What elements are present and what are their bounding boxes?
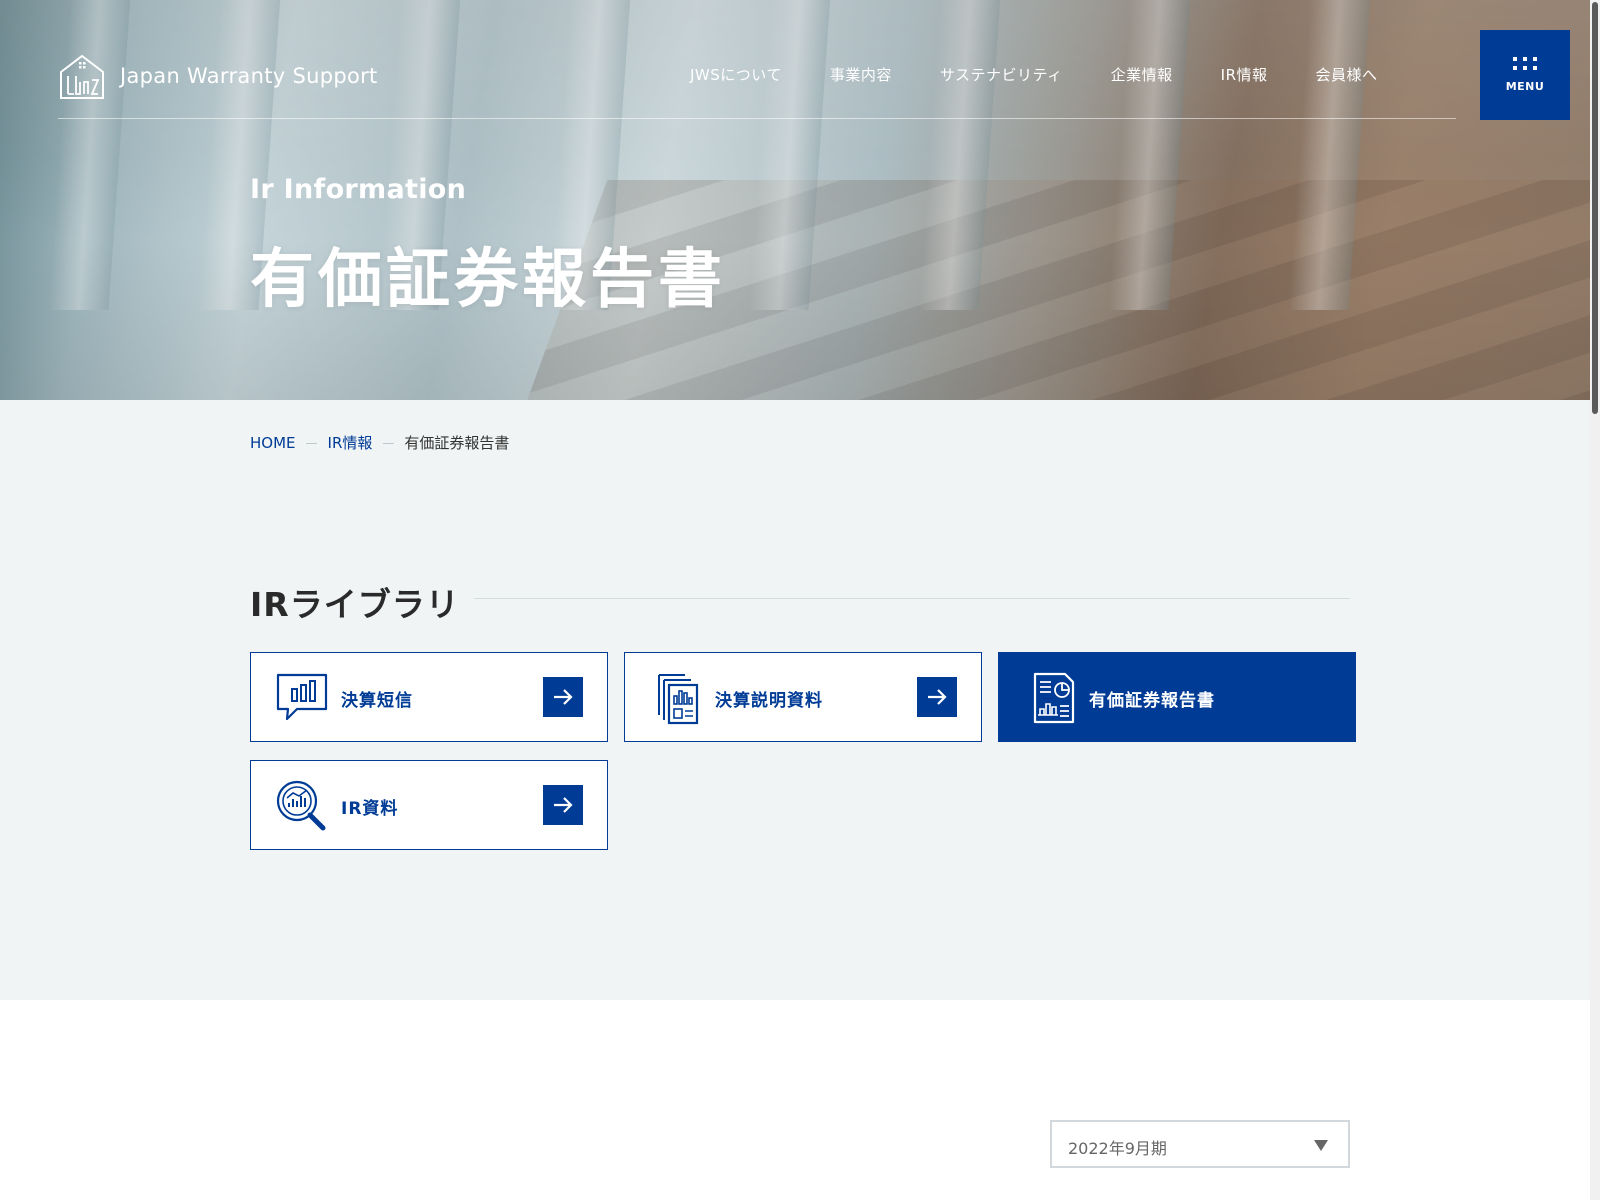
library-card-presentation[interactable]: 決算説明資料: [624, 652, 982, 742]
nav-item-ir[interactable]: IR情報: [1221, 64, 1268, 85]
nav-item-members[interactable]: 会員様へ: [1316, 64, 1378, 85]
hero-subtitle: Ir Information: [250, 174, 467, 205]
arrow-right-icon: [543, 677, 583, 717]
library-card-securities-report[interactable]: 有価証券報告書: [998, 652, 1356, 742]
nav-item-company[interactable]: 企業情報: [1111, 64, 1173, 85]
menu-label: MENU: [1505, 80, 1545, 93]
nav-item-sustainability[interactable]: サステナビリティ: [940, 64, 1063, 85]
library-heading: IRライブラリ: [250, 585, 460, 624]
chart-speech-bubble-icon: [276, 673, 328, 721]
heading-divider: [474, 598, 1350, 599]
magnifier-chart-icon: [276, 780, 326, 831]
documents-icon: [658, 674, 699, 725]
caret-down-icon: [1314, 1140, 1328, 1151]
breadcrumb-separator: —: [382, 435, 395, 450]
library-card-tanshin[interactable]: 決算短信: [250, 652, 608, 742]
fiscal-period-select[interactable]: 2022年9月期: [1050, 1120, 1350, 1168]
page-title: 有価証券報告書: [250, 243, 726, 317]
report-list-section: 2022年9月期: [0, 1000, 1590, 1200]
arrow-right-icon: [543, 785, 583, 825]
nav-item-about[interactable]: JWSについて: [690, 64, 782, 85]
breadcrumb: HOME — IR情報 — 有価証券報告書: [250, 432, 509, 453]
ir-library-section: HOME — IR情報 — 有価証券報告書 IRライブラリ 決算短信 決算説明資…: [0, 400, 1590, 1000]
logo-text: Japan Warranty Support: [120, 64, 378, 88]
card-label: 有価証券報告書: [1089, 691, 1215, 711]
arrow-right-icon: [917, 677, 957, 717]
breadcrumb-current: 有価証券報告書: [404, 434, 510, 452]
menu-button[interactable]: MENU: [1480, 30, 1570, 120]
report-document-icon: [1033, 672, 1075, 724]
grid-dots-icon: [1513, 57, 1537, 70]
header-divider: [58, 118, 1456, 119]
library-card-ir-materials[interactable]: IR資料: [250, 760, 608, 850]
breadcrumb-separator: —: [305, 435, 318, 450]
house-logo-icon: [60, 54, 104, 99]
nav-item-business[interactable]: 事業内容: [830, 64, 892, 85]
card-label: IR資料: [341, 799, 399, 819]
select-value: 2022年9月期: [1068, 1139, 1167, 1158]
hero-banner: Japan Warranty Support JWSについて 事業内容 サステナ…: [0, 0, 1590, 400]
breadcrumb-home[interactable]: HOME: [250, 434, 296, 452]
breadcrumb-ir[interactable]: IR情報: [328, 432, 373, 453]
card-label: 決算短信: [341, 691, 413, 711]
site-logo[interactable]: Japan Warranty Support: [58, 52, 378, 100]
scrollbar[interactable]: [1590, 0, 1600, 1200]
card-label: 決算説明資料: [715, 691, 823, 711]
global-nav: JWSについて 事業内容 サステナビリティ 企業情報 IR情報 会員様へ: [690, 64, 1378, 85]
scrollbar-thumb[interactable]: [1592, 2, 1598, 414]
